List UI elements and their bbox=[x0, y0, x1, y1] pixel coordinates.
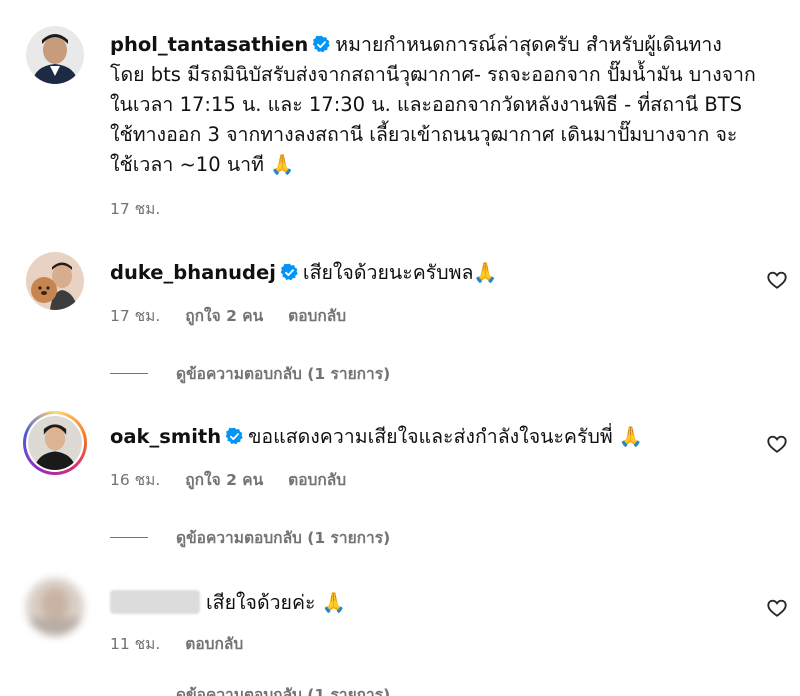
timestamp[interactable]: 17 ชม. bbox=[110, 200, 160, 218]
divider bbox=[110, 373, 148, 374]
comment-meta: 11 ชม. ตอบกลับ bbox=[110, 631, 263, 656]
story-ring[interactable] bbox=[23, 411, 87, 475]
comment-meta: 17 ชม. bbox=[110, 196, 180, 221]
comment-body: duke_bhanudej เสียใจด้วยนะครับพล🙏 bbox=[110, 258, 760, 288]
avatar[interactable] bbox=[26, 26, 84, 84]
view-replies-label: ดูข้อความตอบกลับ (1 รายการ) bbox=[176, 365, 391, 383]
comment-body: oak_smith ขอแสดงความเสียใจและส่งกำลังใจนะ… bbox=[110, 422, 760, 452]
comment-meta: 16 ชม. ถูกใจ 2 คน ตอบกลับ bbox=[110, 467, 366, 492]
reply-button[interactable]: ตอบกลับ bbox=[288, 471, 346, 489]
comment-body: เสียใจด้วยค่ะ 🙏 bbox=[110, 588, 760, 618]
heart-icon[interactable] bbox=[766, 269, 788, 291]
username[interactable]: phol_tantasathien bbox=[110, 33, 308, 56]
username[interactable]: oak_smith bbox=[110, 425, 221, 448]
comment-meta: 17 ชม. ถูกใจ 2 คน ตอบกลับ bbox=[110, 303, 366, 328]
divider bbox=[110, 694, 148, 695]
reply-button[interactable]: ตอบกลับ bbox=[288, 307, 346, 325]
username-redacted bbox=[110, 590, 200, 614]
timestamp[interactable]: 16 ชม. bbox=[110, 471, 160, 489]
view-replies-label: ดูข้อความตอบกลับ (1 รายการ) bbox=[176, 529, 391, 547]
view-replies-button[interactable]: ดูข้อความตอบกลับ (1 รายการ) bbox=[110, 525, 390, 550]
heart-icon[interactable] bbox=[766, 433, 788, 455]
verified-badge-icon bbox=[280, 263, 299, 282]
likes-count[interactable]: ถูกใจ 2 คน bbox=[185, 307, 263, 325]
divider bbox=[110, 537, 148, 538]
avatar[interactable] bbox=[26, 252, 84, 310]
avatar bbox=[28, 416, 82, 470]
likes-count[interactable]: ถูกใจ 2 คน bbox=[185, 471, 263, 489]
comment-text: เสียใจด้วยนะครับพล🙏 bbox=[302, 261, 498, 284]
comment-text: เสียใจด้วยค่ะ 🙏 bbox=[206, 591, 346, 614]
view-replies-button[interactable]: ดูข้อความตอบกลับ (1 รายการ) bbox=[110, 682, 390, 696]
view-replies-label: ดูข้อความตอบกลับ (1 รายการ) bbox=[176, 686, 391, 696]
heart-icon[interactable] bbox=[766, 597, 788, 619]
verified-badge-icon bbox=[312, 35, 331, 54]
comment-body: phol_tantasathien หมายกำหนดการณ์ล่าสุดครั… bbox=[110, 30, 760, 180]
timestamp[interactable]: 17 ชม. bbox=[110, 307, 160, 325]
verified-badge-icon bbox=[225, 427, 244, 446]
reply-button[interactable]: ตอบกลับ bbox=[185, 635, 243, 653]
comment-text: ขอแสดงความเสียใจและส่งกำลังใจนะครับพี่ 🙏 bbox=[248, 425, 644, 448]
avatar[interactable] bbox=[26, 578, 84, 636]
username[interactable]: duke_bhanudej bbox=[110, 261, 276, 284]
view-replies-button[interactable]: ดูข้อความตอบกลับ (1 รายการ) bbox=[110, 361, 390, 386]
timestamp[interactable]: 11 ชม. bbox=[110, 635, 160, 653]
